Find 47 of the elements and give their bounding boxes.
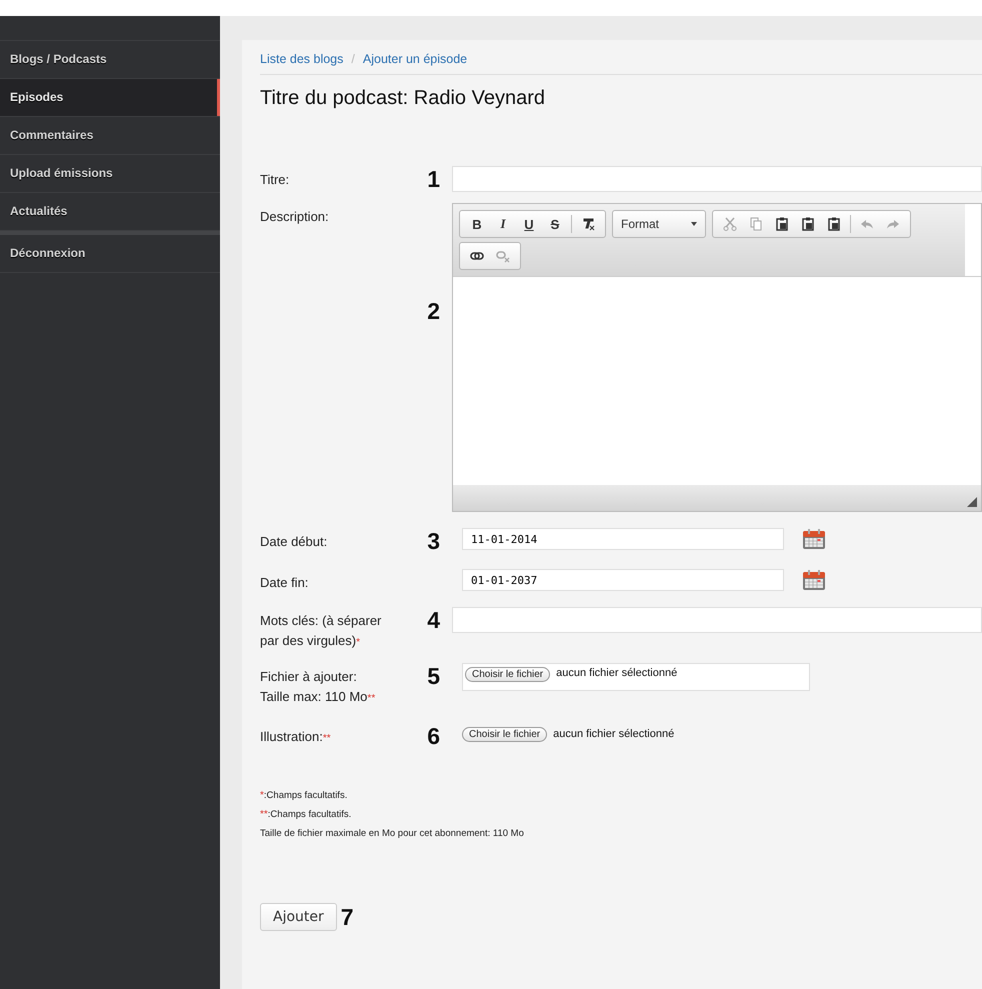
footnote: **:Champs facultatifs. (260, 809, 352, 820)
calendar-icon[interactable] (802, 528, 826, 550)
page-title: Titre du podcast: Radio Veynard (260, 87, 546, 110)
annotation-number: 4 (427, 607, 440, 633)
sidebar-item[interactable]: Déconnexion (0, 231, 220, 273)
footnote: Taille de fichier maximale en Mo pour cet abonnement: 110 Mo (260, 828, 525, 839)
text-field[interactable] (452, 607, 982, 633)
date-field[interactable]: 01-01-2037 (462, 569, 784, 591)
add-button[interactable]: Ajouter (260, 903, 337, 931)
text-field[interactable] (452, 166, 982, 192)
field-label: Titre: (260, 171, 290, 189)
toolbar-button[interactable]: U (516, 216, 542, 232)
file-field[interactable]: Choisir le fichier aucun fichier sélectionné (452, 723, 982, 745)
file-status: aucun fichier sélectionné (556, 667, 678, 679)
field-label: Description: (260, 208, 330, 226)
paste-icon[interactable] (801, 217, 815, 231)
paste-icon[interactable] (827, 217, 841, 231)
link-icon[interactable] (470, 249, 484, 263)
footnote: *:Champs facultatifs. (260, 790, 348, 801)
toolbar-button[interactable]: B (464, 216, 490, 232)
field-label: Mots clés: (à séparer par des virgules)* (260, 612, 382, 650)
annotation-number: 7 (340, 904, 354, 930)
annotation-number: 1 (427, 166, 440, 192)
caret-icon (691, 222, 697, 226)
choose-file-button[interactable]: Choisir le fichier (465, 667, 550, 682)
clear-format-icon[interactable] (581, 217, 595, 231)
annotation-number: 2 (427, 298, 440, 324)
paste-icon[interactable] (775, 217, 789, 231)
annotation-number: 5 (427, 663, 440, 689)
breadcrumb-link[interactable]: Ajouter un épisode (362, 52, 468, 66)
breadcrumb-separator: / (351, 52, 355, 66)
calendar-icon[interactable] (802, 569, 826, 591)
annotation-number: 6 (427, 723, 440, 749)
file-status: aucun fichier sélectionné (553, 728, 674, 740)
field-label: Fichier à ajouter: Taille max: 110 Mo** (260, 668, 376, 706)
sidebar-item[interactable]: Episodes (0, 79, 220, 117)
resize-handle-icon[interactable] (967, 497, 977, 507)
annotation-number: 3 (427, 528, 440, 554)
file-field[interactable]: Choisir le fichier aucun fichier sélectionné (462, 663, 810, 691)
choose-file-button[interactable]: Choisir le fichier (462, 726, 548, 742)
field-label: Illustration:** (260, 728, 332, 746)
toolbar-button[interactable]: S (542, 216, 568, 232)
field-label: Date fin: (260, 574, 310, 592)
date-field[interactable]: 11-01-2014 (462, 528, 784, 550)
breadcrumb-link[interactable]: Liste des blogs (260, 52, 344, 66)
field-label: Date début: (260, 533, 328, 551)
toolbar-button[interactable]: I (490, 216, 516, 232)
